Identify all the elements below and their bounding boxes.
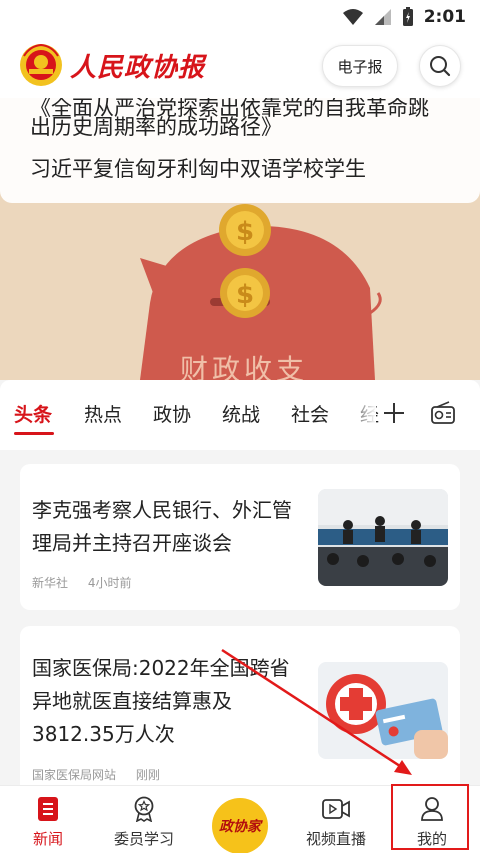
epaper-button[interactable]: 电子报	[322, 45, 398, 87]
nav-video-live[interactable]: 视频直播	[288, 786, 384, 853]
svg-text:$: $	[236, 280, 254, 310]
news-meta: 新华社 4小时前	[32, 574, 147, 591]
hero-headline-card[interactable]: 《全面从严治党探索出依靠党的自我革命跳 出历史周期率的成功路径》 习近平复信匈牙…	[0, 98, 480, 203]
hero-banner[interactable]: $ $ 财政收支 《全面从严治党探索出依靠党的自我革命跳 出历史周期率的成功路径…	[0, 98, 480, 380]
hero-headline-line3[interactable]: 习近平复信匈牙利匈中双语学校学生	[30, 153, 366, 183]
search-button[interactable]	[419, 45, 461, 87]
cppcc-emblem-icon	[20, 43, 62, 86]
nav-member-study[interactable]: 委员学习	[96, 786, 192, 853]
news-icon	[38, 797, 58, 821]
logo-text: 人民政协报	[70, 52, 206, 83]
tab-headline[interactable]: 头条	[14, 400, 52, 427]
medal-icon	[134, 796, 154, 822]
plus-icon[interactable]	[381, 400, 407, 426]
news-card[interactable]: 国家医保局:2022年全国跨省异地就医直接结算惠及3812.35万人次 国家医保…	[20, 626, 460, 796]
app-screen: 2:01 人民政协报 电子报 $ $ 财政收支 《全面从严治党探索出依靠党的自我…	[0, 0, 480, 853]
news-meta: 国家医保局网站 刚刚	[32, 766, 176, 783]
active-tab-indicator	[14, 432, 54, 435]
status-time: 2:01	[423, 7, 466, 27]
app-header: 人民政协报 电子报	[0, 34, 480, 98]
tab-hot[interactable]: 热点	[84, 400, 122, 427]
news-source: 国家医保局网站	[32, 768, 117, 782]
news-thumbnail[interactable]	[318, 489, 448, 586]
nav-news[interactable]: 新闻	[0, 786, 96, 853]
hero-image-caption: 财政收支	[180, 353, 309, 380]
app-logo: 人民政协报	[18, 42, 205, 88]
nav-label: 新闻	[32, 830, 63, 848]
radio-icon[interactable]	[430, 400, 456, 426]
news-source: 新华社	[32, 576, 69, 590]
news-thumbnail[interactable]	[318, 662, 448, 759]
hero-headline-line2[interactable]: 出历史周期率的成功路径》	[30, 111, 282, 141]
tab-cppcc[interactable]: 政协	[153, 400, 191, 427]
meeting-photo	[318, 489, 448, 586]
medical-insurance-photo	[318, 662, 448, 759]
news-card[interactable]: 李克强考察人民银行、外汇管理局并主持召开座谈会 新华社 4小时前	[20, 464, 460, 610]
wifi-icon	[342, 9, 363, 25]
search-icon	[430, 56, 451, 77]
video-icon	[322, 799, 350, 819]
news-title[interactable]: 国家医保局:2022年全国跨省异地就医直接结算惠及3812.35万人次	[32, 652, 302, 751]
channel-tabs: 头条 热点 政协 统战 社会 经	[0, 380, 480, 450]
zhengxiejia-badge[interactable]: 政协家	[212, 798, 268, 853]
nav-label: 视频直播	[305, 830, 366, 848]
tabs-fade	[346, 380, 376, 450]
news-title[interactable]: 李克强考察人民银行、外汇管理局并主持召开座谈会	[32, 494, 296, 560]
tab-united-front[interactable]: 统战	[222, 400, 260, 427]
tab-society[interactable]: 社会	[291, 400, 329, 427]
news-time: 4小时前	[87, 576, 132, 590]
svg-text:$: $	[236, 217, 254, 247]
nav-label: 委员学习	[113, 830, 174, 848]
annotation-highlight-box	[391, 784, 469, 850]
status-bar: 2:01	[0, 0, 480, 34]
signal-icon	[374, 9, 391, 25]
news-time: 刚刚	[135, 768, 160, 782]
battery-icon	[402, 7, 413, 26]
